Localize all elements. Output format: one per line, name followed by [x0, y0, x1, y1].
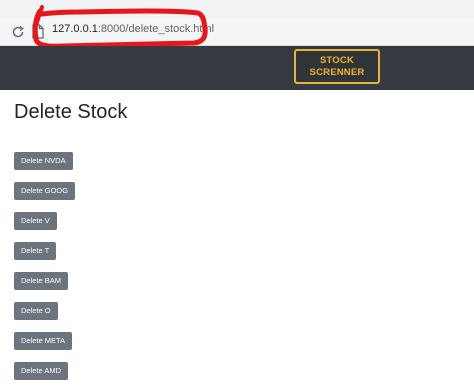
delete-goog-button[interactable]: Delete GOOG [14, 182, 76, 200]
delete-bam-button[interactable]: Delete BAM [14, 272, 69, 290]
delete-t-button[interactable]: Delete T [14, 242, 57, 260]
url-host: 127.0.0.1 [52, 23, 98, 35]
page-icon [32, 24, 44, 39]
url-path: :8000/delete_stock.html [97, 23, 215, 35]
stock-screener-brand-button[interactable]: STOCK SCRENNER [294, 49, 380, 84]
reload-icon[interactable] [11, 25, 25, 39]
brand-line-1: STOCK [319, 54, 355, 66]
page-title: Delete Stock [14, 101, 128, 123]
delete-nvda-button[interactable]: Delete NVDA [14, 152, 73, 170]
delete-meta-button[interactable]: Delete META [14, 332, 73, 350]
delete-amd-button[interactable]: Delete AMD [14, 362, 69, 380]
delete-o-button[interactable]: Delete O [14, 302, 58, 320]
delete-v-button[interactable]: Delete V [14, 212, 57, 230]
navbar: STOCK SCRENNER [0, 46, 474, 90]
browser-tab-strip [0, 0, 474, 18]
address-bar[interactable]: 127.0.0.1:8000/delete_stock.html [0, 18, 474, 46]
brand-line-2: SCRENNER [309, 66, 365, 78]
url-text[interactable]: 127.0.0.1:8000/delete_stock.html [52, 23, 214, 35]
delete-button-list: Delete NVDA Delete GOOG Delete V Delete … [14, 152, 76, 392]
